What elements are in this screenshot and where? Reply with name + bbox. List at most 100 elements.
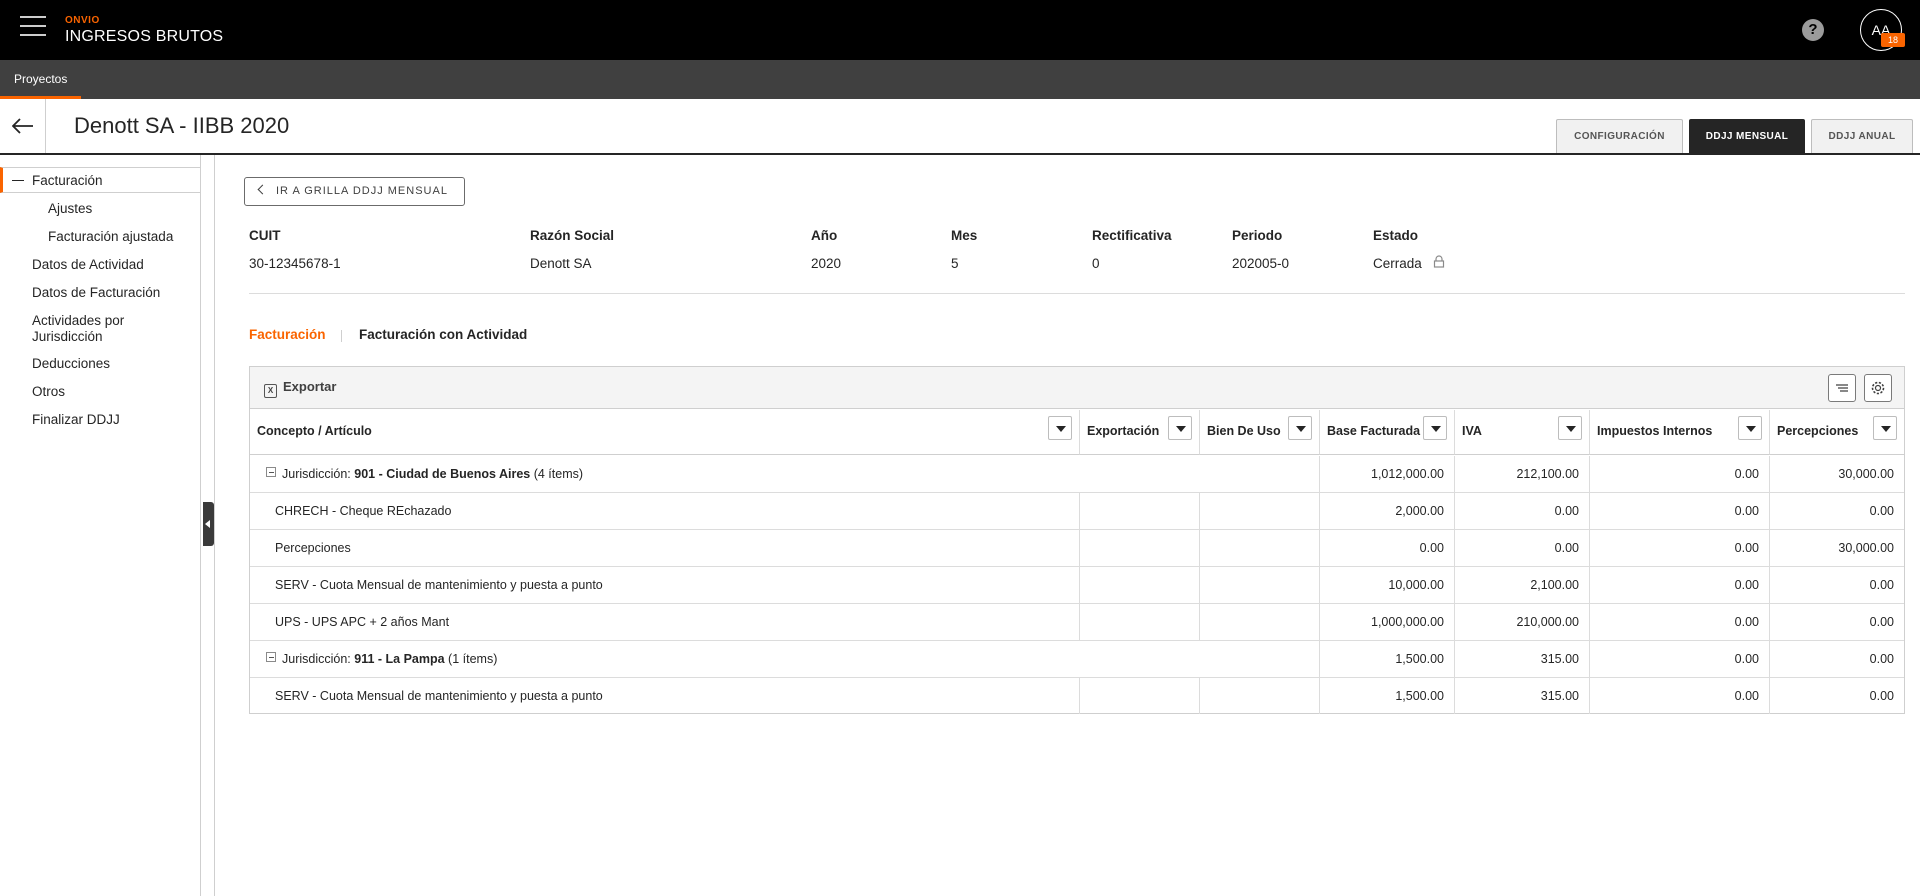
column-header-label: Base Facturada	[1327, 424, 1421, 438]
lock-icon	[1433, 255, 1445, 268]
column-filter-dropdown-icon[interactable]	[1048, 416, 1072, 440]
razon-social-value: Denott SA	[530, 256, 592, 271]
sidebar-item-label: Ajustes	[48, 201, 93, 216]
back-button[interactable]	[0, 99, 46, 153]
cell-iva: 0.00	[1455, 493, 1590, 529]
column-header-iva[interactable]: IVA	[1455, 410, 1590, 455]
cell-impuestos-internos: 0.00	[1590, 678, 1770, 714]
cell-exportacion	[1080, 678, 1200, 714]
group-base-facturada: 1,500.00	[1320, 641, 1455, 677]
hamburger-menu-icon[interactable]	[20, 16, 46, 42]
sidebar-collapse-handle[interactable]	[203, 502, 214, 546]
subtab-facturacion-actividad[interactable]: Facturación con Actividad	[359, 327, 527, 342]
column-filter-dropdown-icon[interactable]	[1168, 416, 1192, 440]
periodo-value: 202005-0	[1232, 256, 1290, 271]
subnav-tab-proyectos[interactable]: Proyectos	[0, 60, 82, 99]
sidebar-item-label: Facturación ajustada	[48, 229, 174, 244]
cell-iva: 0.00	[1455, 530, 1590, 566]
cell-concepto: CHRECH - Cheque REchazado	[250, 493, 1080, 529]
gear-icon	[1871, 381, 1885, 395]
table-row[interactable]: SERV - Cuota Mensual de mantenimiento y …	[250, 678, 1904, 715]
column-header-impuestos-internos[interactable]: Impuestos Internos	[1590, 410, 1770, 455]
table-row[interactable]: UPS - UPS APC + 2 años Mant 1,000,000.00…	[250, 604, 1904, 641]
razon-social-label: Razón Social	[530, 228, 615, 243]
cell-base-facturada: 1,500.00	[1320, 678, 1455, 714]
column-header-label: Exportación	[1087, 424, 1160, 438]
app-brand[interactable]: ONVIO INGRESOS BRUTOS	[65, 15, 223, 47]
cell-percepciones: 0.00	[1869, 504, 1894, 518]
column-header-base-facturada[interactable]: Base Facturada	[1320, 410, 1455, 455]
column-header-exportacion[interactable]: Exportación	[1080, 410, 1200, 455]
subtab-separator	[341, 330, 342, 342]
tab-configuracion[interactable]: CONFIGURACIÓN	[1556, 119, 1683, 153]
column-filter-dropdown-icon[interactable]	[1738, 416, 1762, 440]
column-header-label: IVA	[1462, 424, 1482, 438]
sidebar: Facturación Ajustes Facturación ajustada…	[0, 155, 201, 896]
column-header-label: Impuestos Internos	[1597, 424, 1713, 438]
sidebar-item-label: Datos de Facturación	[32, 285, 161, 300]
column-filter-dropdown-icon[interactable]	[1288, 416, 1312, 440]
tab-ddjj-anual[interactable]: DDJJ ANUAL	[1811, 119, 1913, 153]
cell-iva: 2,100.00	[1455, 567, 1590, 603]
group-label-cell: Jurisdicción: 901 - Ciudad de Buenos Air…	[250, 456, 1320, 492]
excel-icon: X	[264, 384, 277, 398]
cell-impuestos-internos: 0.00	[1590, 493, 1770, 529]
group-prefix: Jurisdicción:	[282, 467, 355, 481]
collapse-dash-icon	[12, 180, 24, 181]
subtab-facturacion[interactable]: Facturación	[249, 327, 326, 342]
list-lines-icon	[1836, 384, 1848, 392]
cell-impuestos-internos: 0.00	[1590, 567, 1770, 603]
tab-ddjj-mensual[interactable]: DDJJ MENSUAL	[1689, 119, 1805, 153]
table-row[interactable]: Percepciones 0.00 0.00 0.00 30,000.00	[250, 530, 1904, 567]
collapse-group-icon[interactable]	[266, 652, 276, 662]
cell-iva: 210,000.00	[1455, 604, 1590, 640]
column-header-label: Percepciones	[1777, 424, 1859, 438]
column-filter-dropdown-icon[interactable]	[1873, 416, 1897, 440]
column-filter-dropdown-icon[interactable]	[1558, 416, 1582, 440]
column-header-label: Concepto / Artículo	[257, 424, 372, 438]
group-count: (1 ítems)	[444, 652, 498, 666]
sidebar-item-facturacion[interactable]: Facturación	[0, 167, 200, 193]
cell-exportacion	[1080, 493, 1200, 529]
cell-base-facturada: 2,000.00	[1320, 493, 1455, 529]
column-header-bien-de-uso[interactable]: Bien De Uso	[1200, 410, 1320, 455]
table-row[interactable]: SERV - Cuota Mensual de mantenimiento y …	[250, 567, 1904, 604]
cell-bien-de-uso	[1200, 604, 1320, 640]
group-iva: 315.00	[1455, 641, 1590, 677]
group-row[interactable]: Jurisdicción: 901 - Ciudad de Buenos Air…	[250, 456, 1904, 493]
sidebar-item-label: Otros	[32, 384, 66, 399]
estado-value: Cerrada	[1373, 256, 1422, 271]
help-icon[interactable]: ?	[1802, 19, 1824, 41]
goto-grilla-label: IR A GRILLA DDJJ MENSUAL	[276, 185, 448, 197]
grid-toolbar: X Exportar	[250, 367, 1904, 409]
group-impuestos-internos: 0.00	[1590, 456, 1770, 492]
cell-exportacion	[1080, 530, 1200, 566]
collapse-group-icon[interactable]	[266, 467, 276, 477]
table-row[interactable]: CHRECH - Cheque REchazado 2,000.00 0.00 …	[250, 493, 1904, 530]
mes-value: 5	[951, 256, 959, 271]
grouping-button[interactable]	[1828, 374, 1856, 402]
main-divider	[214, 155, 215, 896]
column-header-percepciones[interactable]: Percepciones	[1770, 410, 1904, 455]
cell-exportacion	[1080, 567, 1200, 603]
cell-bien-de-uso	[1200, 493, 1320, 529]
group-row[interactable]: Jurisdicción: 911 - La Pampa (1 ítems) 1…	[250, 641, 1904, 678]
anio-value: 2020	[811, 256, 842, 271]
cell-percepciones: 30,000.00	[1838, 541, 1894, 555]
cuit-value: 30-12345678-1	[249, 256, 341, 271]
cuit-label: CUIT	[249, 228, 281, 243]
page-title: Denott SA - IIBB 2020	[74, 113, 290, 138]
goto-grilla-button[interactable]: IR A GRILLA DDJJ MENSUAL	[244, 177, 465, 206]
avatar-badge: 18	[1881, 33, 1905, 47]
info-divider	[249, 293, 1905, 294]
cell-iva: 315.00	[1455, 678, 1590, 714]
column-filter-dropdown-icon[interactable]	[1423, 416, 1447, 440]
column-header-concepto[interactable]: Concepto / Artículo	[250, 410, 1080, 455]
cell-concepto: Percepciones	[250, 530, 1080, 566]
mes-label: Mes	[951, 228, 978, 243]
sidebar-item-label: Facturación	[32, 173, 103, 188]
grid-settings-button[interactable]	[1864, 374, 1892, 402]
app-topbar: ONVIO INGRESOS BRUTOS ? AA 18	[0, 0, 1920, 60]
estado-label: Estado	[1373, 228, 1419, 243]
export-button[interactable]: X Exportar	[264, 379, 336, 398]
